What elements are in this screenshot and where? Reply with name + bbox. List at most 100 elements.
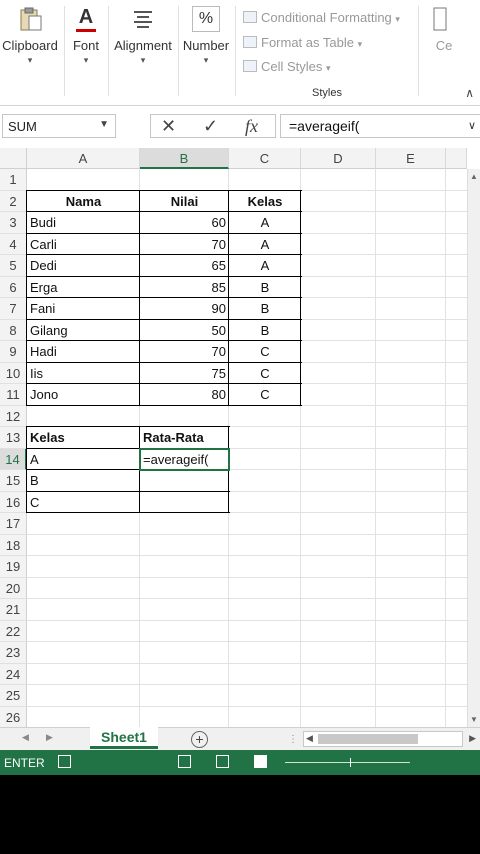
- table-cell[interactable]: Gilang: [27, 320, 140, 342]
- cell-styles-button[interactable]: Cell Styles ▾: [243, 59, 331, 74]
- table-cell[interactable]: Erga: [27, 277, 140, 299]
- row-header-16[interactable]: 16: [0, 491, 27, 513]
- column-header-b[interactable]: B: [140, 148, 229, 169]
- table-cell[interactable]: Fani: [27, 298, 140, 320]
- format-as-table-button[interactable]: Format as Table ▾: [243, 35, 362, 50]
- summary-class-cell[interactable]: B: [27, 470, 140, 492]
- macro-record-icon[interactable]: [58, 755, 71, 768]
- row-header-24[interactable]: 24: [0, 663, 27, 685]
- row-header-6[interactable]: 6: [0, 276, 27, 298]
- cells-group[interactable]: Ce: [424, 6, 464, 53]
- table-cell[interactable]: A: [229, 234, 301, 256]
- page-break-icon[interactable]: [254, 755, 267, 768]
- row-header-7[interactable]: 7: [0, 298, 27, 320]
- row-header-21[interactable]: 21: [0, 599, 27, 621]
- table-cell[interactable]: Jono: [27, 384, 140, 406]
- sheet-tab[interactable]: Sheet1: [90, 727, 158, 749]
- table-cell[interactable]: Hadi: [27, 341, 140, 363]
- table-header-cell[interactable]: Nama: [27, 191, 140, 213]
- table-cell[interactable]: 75: [140, 363, 229, 385]
- row-header-12[interactable]: 12: [0, 405, 27, 427]
- alignment-group[interactable]: Alignment ▾: [110, 6, 176, 66]
- row-header-11[interactable]: 11: [0, 384, 27, 406]
- font-group[interactable]: A Font ▾: [66, 6, 106, 66]
- table-cell[interactable]: Dedi: [27, 255, 140, 277]
- table-cell[interactable]: 80: [140, 384, 229, 406]
- cancel-icon[interactable]: ✕: [161, 116, 176, 137]
- prev-sheet-icon[interactable]: ◀: [22, 732, 29, 743]
- row-header-1[interactable]: 1: [0, 169, 27, 191]
- table-cell[interactable]: Carli: [27, 234, 140, 256]
- add-sheet-icon[interactable]: +: [191, 731, 208, 748]
- row-header-22[interactable]: 22: [0, 620, 27, 642]
- row-header-9[interactable]: 9: [0, 341, 27, 363]
- zoom-slider-thumb[interactable]: [350, 758, 351, 767]
- summary-header-cell[interactable]: Kelas: [27, 427, 140, 449]
- row-header-2[interactable]: 2: [0, 190, 27, 212]
- next-sheet-icon[interactable]: ▶: [46, 732, 53, 743]
- table-cell[interactable]: A: [229, 212, 301, 234]
- table-cell[interactable]: B: [229, 320, 301, 342]
- table-header-cell[interactable]: Nilai: [140, 191, 229, 213]
- row-header-3[interactable]: 3: [0, 212, 27, 234]
- table-header-cell[interactable]: Kelas: [229, 191, 301, 213]
- table-cell[interactable]: 85: [140, 277, 229, 299]
- row-header-18[interactable]: 18: [0, 534, 27, 556]
- name-box[interactable]: SUM ▼: [2, 114, 116, 138]
- scroll-down-icon[interactable]: ▼: [470, 715, 478, 724]
- table-cell[interactable]: B: [229, 277, 301, 299]
- table-cell[interactable]: Budi: [27, 212, 140, 234]
- row-header-4[interactable]: 4: [0, 233, 27, 255]
- scroll-thumb[interactable]: [318, 734, 418, 744]
- table-cell[interactable]: Iis: [27, 363, 140, 385]
- row-header-5[interactable]: 5: [0, 255, 27, 277]
- zoom-slider[interactable]: [285, 762, 410, 763]
- table-cell[interactable]: 70: [140, 234, 229, 256]
- row-header-25[interactable]: 25: [0, 685, 27, 707]
- normal-view-icon[interactable]: [178, 755, 191, 768]
- chevron-up-icon[interactable]: ∧: [465, 86, 474, 100]
- number-group[interactable]: % Number ▾: [180, 6, 232, 66]
- table-cell[interactable]: C: [229, 384, 301, 406]
- table-cell[interactable]: 60: [140, 212, 229, 234]
- scroll-up-icon[interactable]: ▲: [470, 172, 478, 181]
- horizontal-scrollbar[interactable]: ◀ ▶: [303, 731, 476, 747]
- insert-function-icon[interactable]: fx: [245, 116, 258, 137]
- table-cell[interactable]: 70: [140, 341, 229, 363]
- table-cell[interactable]: 90: [140, 298, 229, 320]
- summary-header-cell[interactable]: Rata-Rata: [140, 427, 229, 449]
- scroll-right-icon[interactable]: ▶: [469, 733, 476, 744]
- table-cell[interactable]: A: [229, 255, 301, 277]
- vertical-scrollbar[interactable]: ▲ ▼: [467, 169, 480, 727]
- row-header-15[interactable]: 15: [0, 470, 27, 492]
- formula-input[interactable]: =averageif( ∨: [280, 114, 480, 138]
- clipboard-group[interactable]: Clipboard ▾: [0, 6, 60, 66]
- scroll-left-icon[interactable]: ◀: [306, 733, 313, 744]
- row-header-23[interactable]: 23: [0, 642, 27, 664]
- active-cell-editor[interactable]: =averageif(: [140, 449, 229, 471]
- column-header-a[interactable]: A: [27, 148, 140, 169]
- conditional-formatting-button[interactable]: Conditional Formatting ▾: [243, 10, 400, 25]
- row-header-17[interactable]: 17: [0, 513, 27, 535]
- column-header-d[interactable]: D: [301, 148, 376, 169]
- row-header-10[interactable]: 10: [0, 362, 27, 384]
- row-header-19[interactable]: 19: [0, 556, 27, 578]
- table-cell[interactable]: C: [229, 341, 301, 363]
- table-cell[interactable]: 65: [140, 255, 229, 277]
- row-header-8[interactable]: 8: [0, 319, 27, 341]
- row-header-14[interactable]: 14: [0, 448, 27, 470]
- page-layout-icon[interactable]: [216, 755, 229, 768]
- worksheet-grid[interactable]: A B C D E 1 2 3 4 5 6 7 8 9 10 11 12 13 14 15 16 17 18 19 20 21 22…: [0, 148, 480, 728]
- row-header-26[interactable]: 26: [0, 706, 27, 728]
- summary-class-cell[interactable]: A: [27, 449, 140, 471]
- row-header-13[interactable]: 13: [0, 427, 27, 449]
- row-header-20[interactable]: 20: [0, 577, 27, 599]
- table-cell[interactable]: 50: [140, 320, 229, 342]
- table-cell[interactable]: C: [229, 363, 301, 385]
- select-all-corner[interactable]: [0, 148, 27, 169]
- table-cell[interactable]: B: [229, 298, 301, 320]
- enter-icon[interactable]: ✓: [203, 116, 218, 137]
- column-header-e[interactable]: E: [376, 148, 446, 169]
- summary-class-cell[interactable]: C: [27, 492, 140, 514]
- column-header-c[interactable]: C: [229, 148, 301, 169]
